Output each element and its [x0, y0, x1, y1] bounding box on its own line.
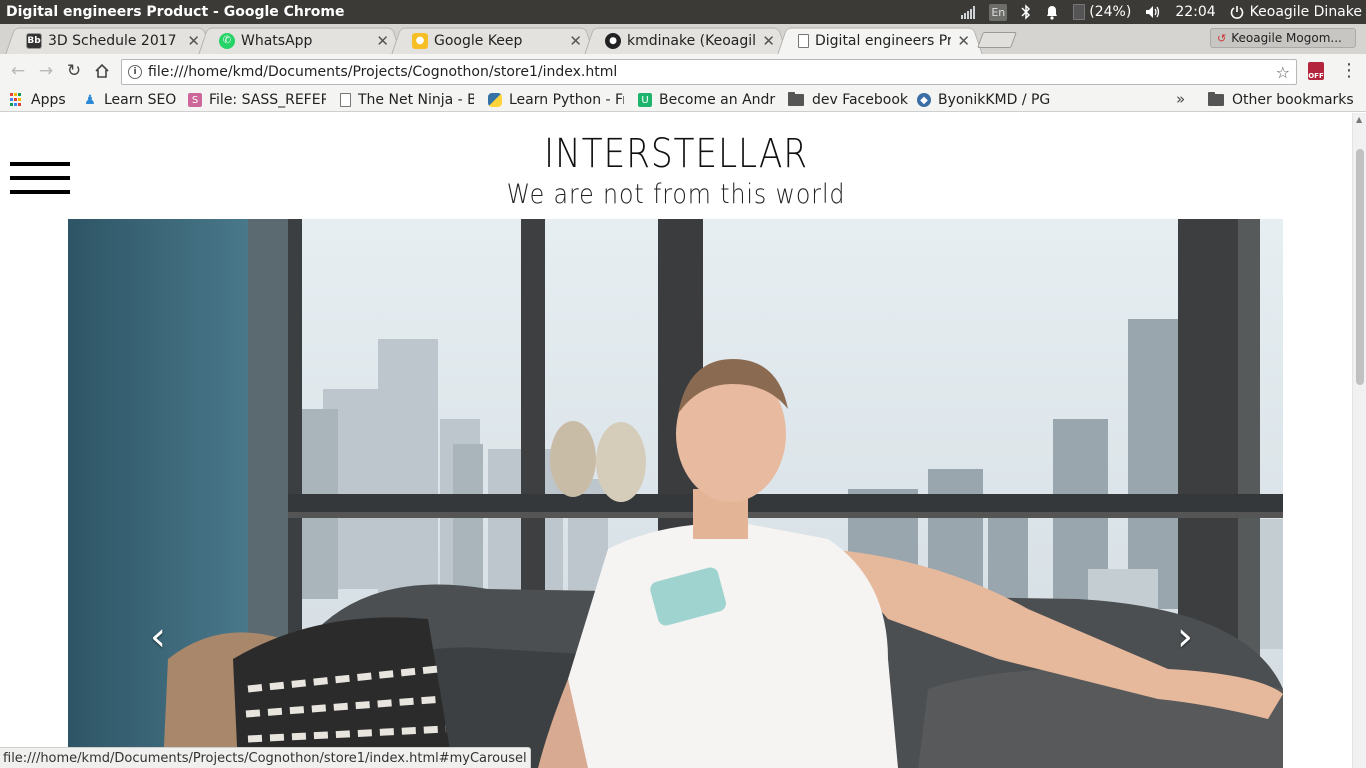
bookmark-label: Apps [31, 92, 66, 108]
seo-icon: ♟ [83, 92, 97, 108]
shield-icon: ◆ [917, 93, 931, 107]
system-tray: En (24%) 22:04 Keoagile Dinake [954, 0, 1366, 24]
tab-google-keep[interactable]: ● Google Keep ✕ [391, 27, 595, 55]
tab-strip: Bb 3D Schedule 2017 – ✕ ✆ WhatsApp ✕ ● G… [0, 24, 1366, 55]
apps-grid-icon [10, 93, 24, 107]
hamburger-menu-icon[interactable] [10, 162, 70, 206]
bookmark-apps[interactable]: Apps [10, 90, 74, 110]
clock[interactable]: 22:04 [1175, 4, 1215, 20]
bookmark-net-ninja[interactable]: The Net Ninja - B [340, 90, 474, 110]
scrollbar-thumb[interactable] [1356, 149, 1364, 385]
close-tab-icon[interactable]: ✕ [762, 32, 775, 50]
status-bubble: file:///home/kmd/Documents/Projects/Cogn… [0, 747, 531, 768]
page-title: INTERSTELLAR [544, 131, 808, 177]
page-icon [340, 93, 351, 107]
user-name: Keoagile Dinake [1249, 4, 1362, 20]
session-menu[interactable]: Keoagile Dinake [1230, 4, 1362, 20]
carousel-prev-icon[interactable]: ‹ [150, 614, 166, 660]
bookmark-learn-seo[interactable]: ♟ Learn SEO [83, 90, 179, 110]
bookmark-dev-facebook[interactable]: dev Facebook [788, 90, 908, 110]
battery-icon[interactable] [1073, 4, 1086, 20]
tab-label: Google Keep [434, 32, 523, 49]
tab-label: kmdinake (Keoagile [627, 32, 757, 49]
os-top-panel: Digital engineers Product - Google Chrom… [0, 0, 1366, 24]
carousel-slide-image [68, 219, 1283, 768]
folder-icon [788, 92, 804, 106]
carousel-next-icon[interactable]: › [1177, 614, 1193, 660]
bookmark-label: Become an Andr [659, 92, 776, 108]
bookmark-label: Learn Python - Fr [509, 92, 624, 108]
page-viewport: INTERSTELLAR We are not from this world [0, 113, 1352, 768]
profile-button[interactable]: ↺ Keoagile Mogom... [1210, 28, 1356, 48]
window-title: Digital engineers Product - Google Chrom… [6, 4, 345, 20]
whatsapp-icon: ✆ [219, 32, 235, 49]
bookmarks-overflow-chevron[interactable]: » [1176, 90, 1185, 108]
bookmark-star-icon[interactable]: ☆ [1276, 63, 1290, 82]
profile-sync-icon: ↺ [1217, 31, 1227, 45]
hero-carousel[interactable]: ‹ › [68, 219, 1283, 768]
python-icon [488, 93, 502, 107]
bookmark-label: File: SASS_REFER [209, 92, 326, 108]
tab-label: 3D Schedule 2017 – [48, 32, 182, 49]
bookmark-sass-reference[interactable]: S File: SASS_REFER [188, 90, 326, 110]
page-scrollbar[interactable]: ▲ [1352, 113, 1366, 768]
tab-github[interactable]: ● kmdinake (Keoagile ✕ [584, 27, 788, 55]
bookmark-learn-python[interactable]: Learn Python - Fr [488, 90, 624, 110]
keyboard-layout-indicator[interactable]: En [989, 3, 1008, 21]
close-tab-icon[interactable]: ✕ [569, 32, 582, 50]
page-icon [798, 33, 809, 48]
bluetooth-icon[interactable] [1021, 4, 1031, 20]
bookmark-udacity[interactable]: U Become an Andr [638, 90, 776, 110]
home-button[interactable] [88, 57, 116, 85]
tab-label: Digital engineers Pr [815, 32, 952, 49]
new-tab-button[interactable] [977, 32, 1017, 48]
udacity-icon: U [638, 93, 652, 107]
back-arrow-icon: ← [10, 61, 26, 81]
folder-icon [1208, 92, 1224, 106]
bookmark-label: The Net Ninja - B [358, 92, 474, 108]
tab-3d-schedule[interactable]: Bb 3D Schedule 2017 – ✕ [5, 27, 213, 55]
network-signal-icon[interactable] [961, 5, 976, 19]
bookmark-label: dev Facebook [811, 92, 908, 108]
back-button[interactable]: ← [4, 57, 32, 85]
github-icon: ● [605, 32, 621, 49]
page-subtitle: We are not from this world [506, 179, 846, 210]
reload-icon: ↻ [66, 61, 82, 81]
forward-arrow-icon: → [38, 61, 54, 81]
power-icon [1230, 6, 1243, 19]
address-bar[interactable]: i file:///home/kmd/Documents/Projects/Co… [121, 59, 1297, 85]
tab-whatsapp[interactable]: ✆ WhatsApp ✕ [198, 27, 402, 55]
other-bookmarks[interactable]: Other bookmarks [1208, 90, 1358, 110]
bookmark-label: ByonikKMD / PG [938, 92, 1051, 108]
blackboard-icon: Bb [26, 32, 42, 49]
address-url[interactable]: file:///home/kmd/Documents/Projects/Cogn… [148, 64, 1276, 80]
home-icon [95, 63, 109, 78]
reload-button[interactable]: ↻ [60, 57, 88, 85]
volume-icon[interactable] [1145, 5, 1161, 19]
keep-icon: ● [412, 32, 428, 49]
sass-icon: S [188, 93, 202, 107]
profile-label: Keoagile Mogom... [1231, 31, 1342, 45]
close-tab-icon[interactable]: ✕ [187, 32, 200, 50]
close-tab-icon[interactable]: ✕ [376, 32, 389, 50]
other-bookmarks-label: Other bookmarks [1232, 92, 1354, 108]
close-tab-icon[interactable]: ✕ [957, 32, 970, 50]
bookmark-label: Learn SEO [104, 92, 177, 108]
scroll-up-arrow-icon[interactable]: ▲ [1356, 115, 1362, 124]
chrome-menu-icon[interactable]: ⋮ [1340, 60, 1358, 81]
battery-percentage: (24%) [1089, 4, 1132, 20]
tab-digital-engineers[interactable]: Digital engineers Pr ✕ [777, 27, 983, 55]
forward-button[interactable]: → [32, 57, 60, 85]
site-info-icon[interactable]: i [128, 65, 142, 79]
tab-label: WhatsApp [241, 32, 313, 49]
extension-icon[interactable]: OFF [1308, 62, 1324, 80]
notification-bell-icon[interactable] [1045, 4, 1059, 20]
bookmark-byonikkmd[interactable]: ◆ ByonikKMD / PG [917, 90, 1055, 110]
bookmarks-bar: Apps ♟ Learn SEO S File: SASS_REFER The … [0, 88, 1366, 112]
